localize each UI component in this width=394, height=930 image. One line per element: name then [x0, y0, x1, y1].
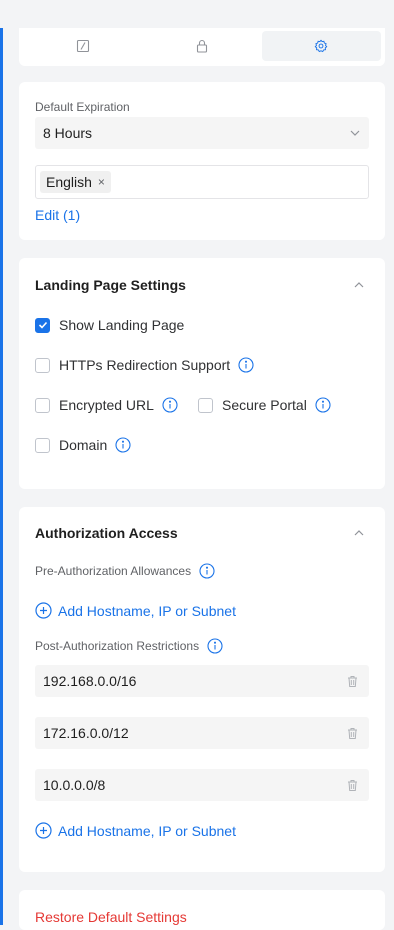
edit-icon: [76, 39, 89, 53]
secure-portal-label: Secure Portal: [222, 397, 307, 413]
tag-remove-icon[interactable]: ×: [98, 175, 105, 189]
tab-edit[interactable]: [23, 31, 142, 61]
tab-settings[interactable]: [261, 31, 381, 61]
checkbox-icon[interactable]: [35, 397, 50, 413]
expiration-label: Default Expiration: [35, 100, 130, 114]
checkbox-icon[interactable]: [198, 397, 213, 413]
restriction-value: 192.168.0.0/16: [43, 673, 137, 689]
edit-link[interactable]: Edit (1): [35, 207, 80, 223]
add-pre-auth-label: Add Hostname, IP or Subnet: [58, 602, 236, 619]
trash-icon[interactable]: [346, 675, 359, 688]
language-tag: English ×: [40, 171, 111, 193]
gear-icon: [314, 39, 328, 53]
expiration-value: 8 Hours: [43, 125, 93, 141]
info-icon[interactable]: [238, 357, 254, 373]
checkbox-icon[interactable]: [35, 357, 50, 373]
authorization-card: Authorization Access Pre-Authorization A…: [19, 507, 385, 872]
landing-page-card: Landing Page Settings Show Landing Page …: [19, 258, 385, 489]
settings-tab-bar: [19, 28, 385, 66]
add-post-auth-button[interactable]: Add Hostname, IP or Subnet: [35, 822, 236, 839]
add-circle-icon: [35, 822, 52, 839]
info-icon[interactable]: [199, 563, 215, 579]
landing-section-title: Landing Page Settings: [35, 277, 186, 293]
https-redirect-checkbox[interactable]: HTTPs Redirection Support: [35, 357, 254, 373]
restriction-value: 10.0.0.0/8: [43, 777, 106, 793]
show-landing-label: Show Landing Page: [59, 317, 185, 333]
info-icon[interactable]: [315, 397, 331, 413]
chevron-up-icon[interactable]: [353, 279, 365, 291]
domain-checkbox[interactable]: Domain: [35, 437, 131, 453]
post-auth-label-row: Post-Authorization Restrictions: [35, 638, 223, 654]
restriction-row[interactable]: 192.168.0.0/16: [35, 665, 369, 697]
language-tag-label: English: [46, 174, 92, 190]
domain-label: Domain: [59, 437, 108, 453]
pre-auth-label: Pre-Authorization Allowances: [35, 564, 192, 578]
post-auth-label: Post-Authorization Restrictions: [35, 639, 200, 653]
auth-section-title: Authorization Access: [35, 525, 178, 541]
restriction-value: 172.16.0.0/12: [43, 725, 129, 741]
add-circle-icon: [35, 602, 52, 619]
lock-icon: [196, 39, 208, 53]
language-tag-input[interactable]: English ×: [35, 165, 369, 199]
encrypted-url-label: Encrypted URL: [59, 397, 154, 413]
secure-portal-checkbox[interactable]: Secure Portal: [198, 397, 331, 413]
chevron-down-icon: [350, 130, 360, 136]
restore-defaults-link[interactable]: Restore Default Settings: [35, 909, 187, 925]
trash-icon[interactable]: [346, 727, 359, 740]
left-accent-bar: [0, 28, 3, 925]
add-pre-auth-button[interactable]: Add Hostname, IP or Subnet: [35, 602, 236, 619]
https-redirect-label: HTTPs Redirection Support: [59, 357, 231, 373]
checkbox-icon[interactable]: [35, 437, 50, 453]
add-post-auth-label: Add Hostname, IP or Subnet: [58, 822, 236, 839]
info-icon[interactable]: [162, 397, 178, 413]
footer-card: Restore Default Settings: [19, 890, 385, 930]
trash-icon[interactable]: [346, 779, 359, 792]
encrypted-url-checkbox[interactable]: Encrypted URL: [35, 397, 178, 413]
restriction-row[interactable]: 172.16.0.0/12: [35, 717, 369, 749]
pre-auth-label-row: Pre-Authorization Allowances: [35, 563, 215, 579]
expiration-select[interactable]: 8 Hours: [35, 117, 369, 149]
info-icon[interactable]: [115, 437, 131, 453]
checkbox-checked-icon[interactable]: [35, 317, 50, 333]
info-icon[interactable]: [207, 638, 223, 654]
chevron-up-icon[interactable]: [353, 527, 365, 539]
general-settings-card: Default Expiration 8 Hours English × Edi…: [19, 82, 385, 240]
tab-lock[interactable]: [142, 31, 261, 61]
show-landing-checkbox[interactable]: Show Landing Page: [35, 317, 184, 333]
restriction-row[interactable]: 10.0.0.0/8: [35, 769, 369, 801]
